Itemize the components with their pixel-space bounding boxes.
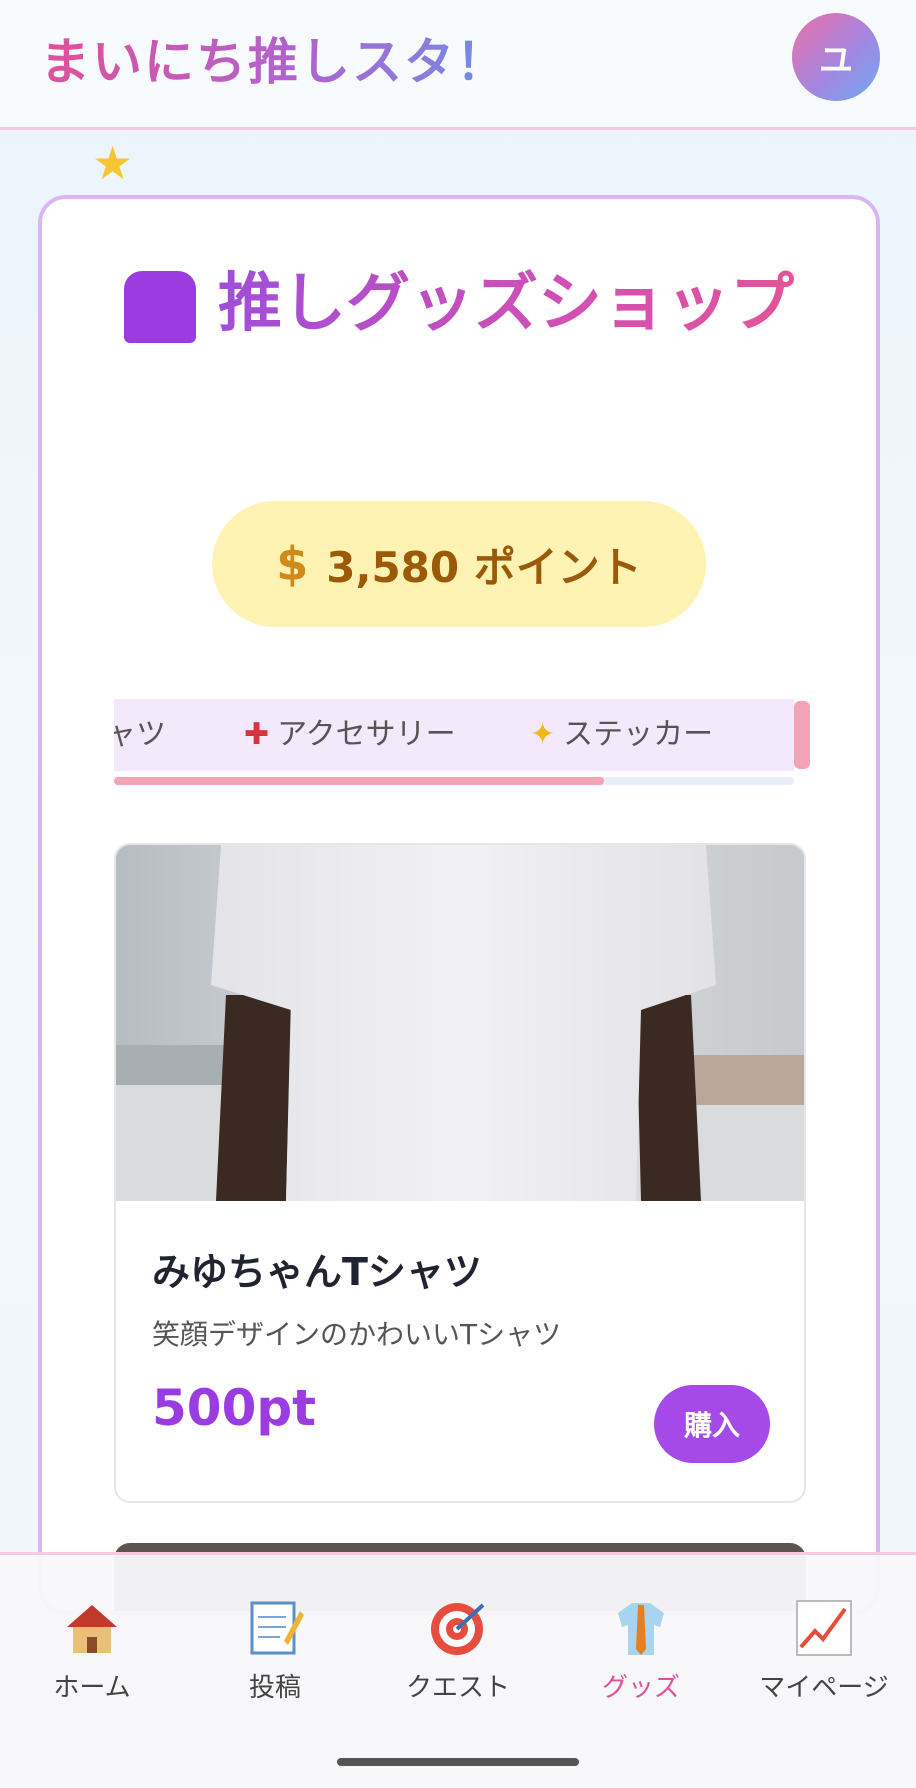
pushpin-icon: ✚ xyxy=(244,717,270,752)
shirt-icon xyxy=(561,1597,721,1659)
points-label: 3,580 ポイント xyxy=(326,542,642,592)
money-bag-icon: $ xyxy=(276,537,309,591)
nav-item-mypage[interactable]: マイページ xyxy=(744,1597,904,1707)
nav-item-home[interactable]: ホーム xyxy=(12,1597,172,1707)
shopping-bag-icon xyxy=(124,271,196,343)
house-icon xyxy=(12,1597,172,1659)
product-card[interactable]: みゆちゃんTシャツ 笑顔デザインのかわいいTシャツ 500pt 購入 xyxy=(114,843,806,1503)
sparkles-icon: ✦ xyxy=(530,717,556,752)
target-icon xyxy=(378,1597,538,1659)
buy-button[interactable]: 購入 xyxy=(654,1385,770,1463)
shop-title: 推しグッズショップ xyxy=(218,267,794,341)
nav-label: クエスト xyxy=(405,1673,510,1703)
nav-label: マイページ xyxy=(759,1673,889,1703)
tab-label: ャツ xyxy=(114,717,166,752)
app-title: まいにち推しスタ！ xyxy=(40,22,508,94)
nav-item-quest[interactable]: クエスト xyxy=(378,1597,538,1707)
scroll-edge-indicator xyxy=(794,701,810,769)
tab-label: ステッカー xyxy=(563,717,714,752)
product-price: 500pt xyxy=(152,1379,317,1437)
horizontal-scrollbar[interactable] xyxy=(114,777,794,785)
product-name: みゆちゃんTシャツ xyxy=(152,1250,482,1294)
nav-item-goods[interactable]: グッズ xyxy=(561,1597,721,1707)
tab-sticker[interactable]: ✦ ステッカー xyxy=(530,699,713,771)
product-image xyxy=(116,845,804,1201)
category-tab-strip[interactable]: ャツ ✚アクセサリー ✦ステッカー xyxy=(114,699,794,771)
product-description: 笑顔デザインのかわいいTシャツ xyxy=(152,1318,562,1351)
scrollbar-thumb[interactable] xyxy=(114,777,604,785)
shop-title-row: 推しグッズショップ xyxy=(42,261,876,347)
nav-label: ホーム xyxy=(53,1673,131,1703)
tab-tshirt[interactable]: ャツ xyxy=(114,699,166,771)
bottom-nav: ホーム 投稿 クエスト グッズ マイページ xyxy=(0,1552,916,1788)
nav-item-post[interactable]: 投稿 xyxy=(195,1597,355,1707)
star-icon: ★ xyxy=(92,136,134,190)
app-header: まいにち推しスタ！ ユ xyxy=(0,0,916,130)
tab-accessory[interactable]: ✚ アクセサリー xyxy=(244,699,456,771)
nav-label: 投稿 xyxy=(248,1673,301,1703)
points-badge: $ 3,580 ポイント xyxy=(212,501,706,627)
home-indicator[interactable] xyxy=(337,1758,579,1766)
chart-icon xyxy=(744,1597,904,1659)
goods-shop-card: 推しグッズショップ $ 3,580 ポイント ャツ ✚アクセサリー ✦ステッカー xyxy=(38,195,880,1615)
category-tabs[interactable]: ャツ ✚アクセサリー ✦ステッカー xyxy=(114,699,810,787)
nav-label: グッズ xyxy=(601,1673,680,1703)
memo-icon xyxy=(195,1597,355,1659)
tab-label: アクセサリー xyxy=(277,717,456,752)
user-avatar[interactable]: ユ xyxy=(792,13,880,101)
